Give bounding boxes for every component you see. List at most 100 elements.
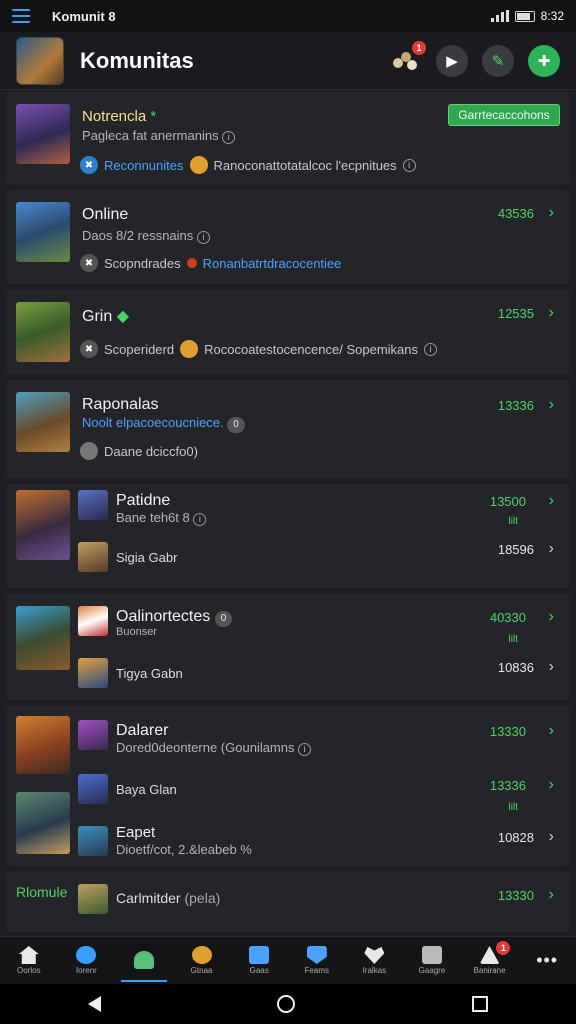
members-icon: ✖ — [80, 156, 98, 174]
channel-label: Carlmitder (pela) — [116, 890, 221, 906]
channel-count: 10828 — [497, 830, 534, 845]
community-subtitle: Bane teh6t 8 i — [116, 510, 207, 526]
app-bar: Komunitas 1 ▶ ✎ ✚ — [0, 32, 576, 90]
home-button-icon[interactable] — [277, 995, 296, 1013]
chevron-right-icon[interactable]: › — [549, 540, 554, 558]
community-subtitle: Buonser — [116, 626, 157, 638]
channel-count: 10836 — [497, 660, 534, 675]
chat-icon[interactable]: ▶ — [436, 44, 468, 77]
community-meta: Daane dciccfo0) — [80, 442, 198, 460]
community-meta: ✖ Scoperiderd Rococoatestocencence/ Sope… — [80, 340, 438, 358]
coin-icon — [180, 340, 199, 358]
channel-thumbnail — [78, 490, 108, 520]
count-sublabel: lilt — [508, 802, 518, 813]
menu-icon[interactable] — [12, 9, 30, 23]
status-icons: 8:32 — [490, 9, 564, 23]
channel-thumbnail — [78, 542, 108, 572]
member-count: 13336 — [497, 398, 534, 413]
app-logo — [16, 36, 64, 85]
status-bar: Komunit 8 8:32 — [0, 0, 576, 32]
system-nav-bar — [0, 984, 576, 1024]
shield-icon — [306, 946, 327, 964]
channel-subtitle: Dioetf/cot, 2.&leabeb % — [116, 842, 252, 857]
avatar — [80, 442, 98, 460]
gift-icon — [421, 946, 442, 964]
info-icon: i — [402, 158, 416, 172]
community-card[interactable]: Patidne Bane teh6t 8 i 13500 lilt › Sigi… — [6, 484, 570, 588]
more-icon: ••• — [536, 950, 559, 970]
community-thumbnail — [16, 202, 70, 262]
chevron-right-icon[interactable]: › — [549, 776, 554, 794]
chevron-right-icon[interactable]: › — [549, 658, 554, 676]
chevron-right-icon[interactable]: › — [549, 396, 554, 414]
count-sublabel: lilt — [508, 634, 518, 645]
community-thumbnail — [16, 302, 70, 362]
community-subtitle: Pagleca fat anermanins i — [82, 128, 236, 144]
channel-count: 13336 — [489, 778, 526, 793]
nav-games[interactable]: Gaas — [230, 937, 288, 984]
status-title: Komunit 8 — [52, 8, 116, 24]
channel-thumbnail — [78, 884, 108, 914]
pin-icon[interactable]: ✎ — [482, 44, 514, 77]
community-card[interactable]: Raponalas Noolt elpacoecoucniece. 0 Daan… — [6, 380, 570, 478]
home-icon — [18, 946, 39, 964]
member-count: 40330 — [489, 610, 526, 625]
community-card[interactable]: Rlomule Carlmitder (pela) 13330 › — [6, 872, 570, 932]
nav-teams[interactable]: Feams — [288, 937, 346, 984]
community-meta: ✖ Reconnunites Ranoconattotatalcoc l'ecp… — [80, 156, 416, 174]
channel-label: Sigia Gabr — [116, 550, 178, 565]
community-title: Oalinortectes 0 — [116, 608, 233, 627]
community-card[interactable]: Dalarer Dored0deonterne (Gounilamns i 13… — [6, 706, 570, 866]
nav-home[interactable]: Oorlos — [0, 937, 58, 984]
chevron-right-icon[interactable]: › — [549, 886, 554, 904]
member-count: 43536 — [497, 206, 534, 221]
chevron-right-icon[interactable]: › — [549, 204, 554, 222]
channel-label: Tigya Gabn — [116, 666, 183, 681]
chevron-right-icon[interactable]: › — [549, 492, 554, 510]
community-title: Dalarer — [116, 722, 169, 739]
community-title: Patidne — [116, 492, 171, 509]
community-card[interactable]: Notrencla * Pagleca fat anermanins i ✖ R… — [6, 92, 570, 184]
info-icon: i — [196, 231, 210, 244]
nav-badge: 1 — [496, 941, 511, 955]
friends-icon[interactable]: 1 — [390, 40, 426, 77]
bottom-nav: Oorlos Iorenr Gtnaa Gaas Feams Iralkas G… — [0, 936, 576, 984]
nav-coins[interactable]: Gtnaa — [173, 937, 231, 984]
info-icon: i — [298, 743, 312, 756]
join-button[interactable]: Garrtecaccohons — [448, 104, 560, 126]
cube-icon — [249, 946, 270, 964]
chevron-right-icon[interactable]: › — [549, 722, 554, 740]
member-count: 13330 — [497, 888, 534, 903]
count-sublabel: lilt — [508, 516, 518, 527]
member-count: 13500 — [489, 494, 526, 509]
community-title: Grin ◆ — [82, 308, 129, 325]
chevron-right-icon[interactable]: › — [549, 304, 554, 322]
community-card[interactable]: Grin ◆ ✖ Scoperiderd Rococoatestocencenc… — [6, 290, 570, 374]
nav-gifts[interactable]: Gaagre — [403, 937, 461, 984]
community-card[interactable]: Online Daos 8/2 ressnains i ✖ Scopndrade… — [6, 190, 570, 284]
community-subtitle: Noolt elpacoecoucniece. 0 — [82, 415, 245, 433]
nav-explore[interactable]: Iorenr — [58, 937, 116, 984]
recents-icon[interactable] — [471, 996, 488, 1012]
community-card[interactable]: Oalinortectes 0 Buonser 40330 lilt › Tig… — [6, 594, 570, 700]
member-count: 12535 — [497, 306, 534, 321]
chevron-right-icon[interactable]: › — [549, 828, 554, 846]
nav-favorites[interactable]: Iralkas — [346, 937, 404, 984]
chevron-right-icon[interactable]: › — [549, 608, 554, 626]
community-thumbnail — [16, 606, 70, 670]
community-title: Online — [82, 206, 129, 223]
members-icon: ✖ — [80, 254, 98, 272]
community-icon — [133, 950, 154, 969]
community-meta: ✖ Scopndrades Ronanbatrtdracocentiee — [80, 254, 341, 272]
compass-icon — [76, 946, 97, 964]
community-subtitle: Daos 8/2 ressnains i — [82, 228, 210, 244]
add-community-icon[interactable]: ✚ — [528, 44, 560, 77]
info-icon: i — [193, 513, 207, 526]
nav-communities[interactable] — [115, 937, 173, 984]
community-title: Notrencla * — [82, 108, 157, 125]
nav-more[interactable]: ••• — [518, 937, 576, 984]
nav-alerts[interactable]: 1 Banirane — [461, 937, 519, 984]
back-icon[interactable] — [88, 996, 102, 1012]
community-thumbnail — [16, 490, 70, 560]
channel-title: Eapet — [116, 824, 156, 841]
